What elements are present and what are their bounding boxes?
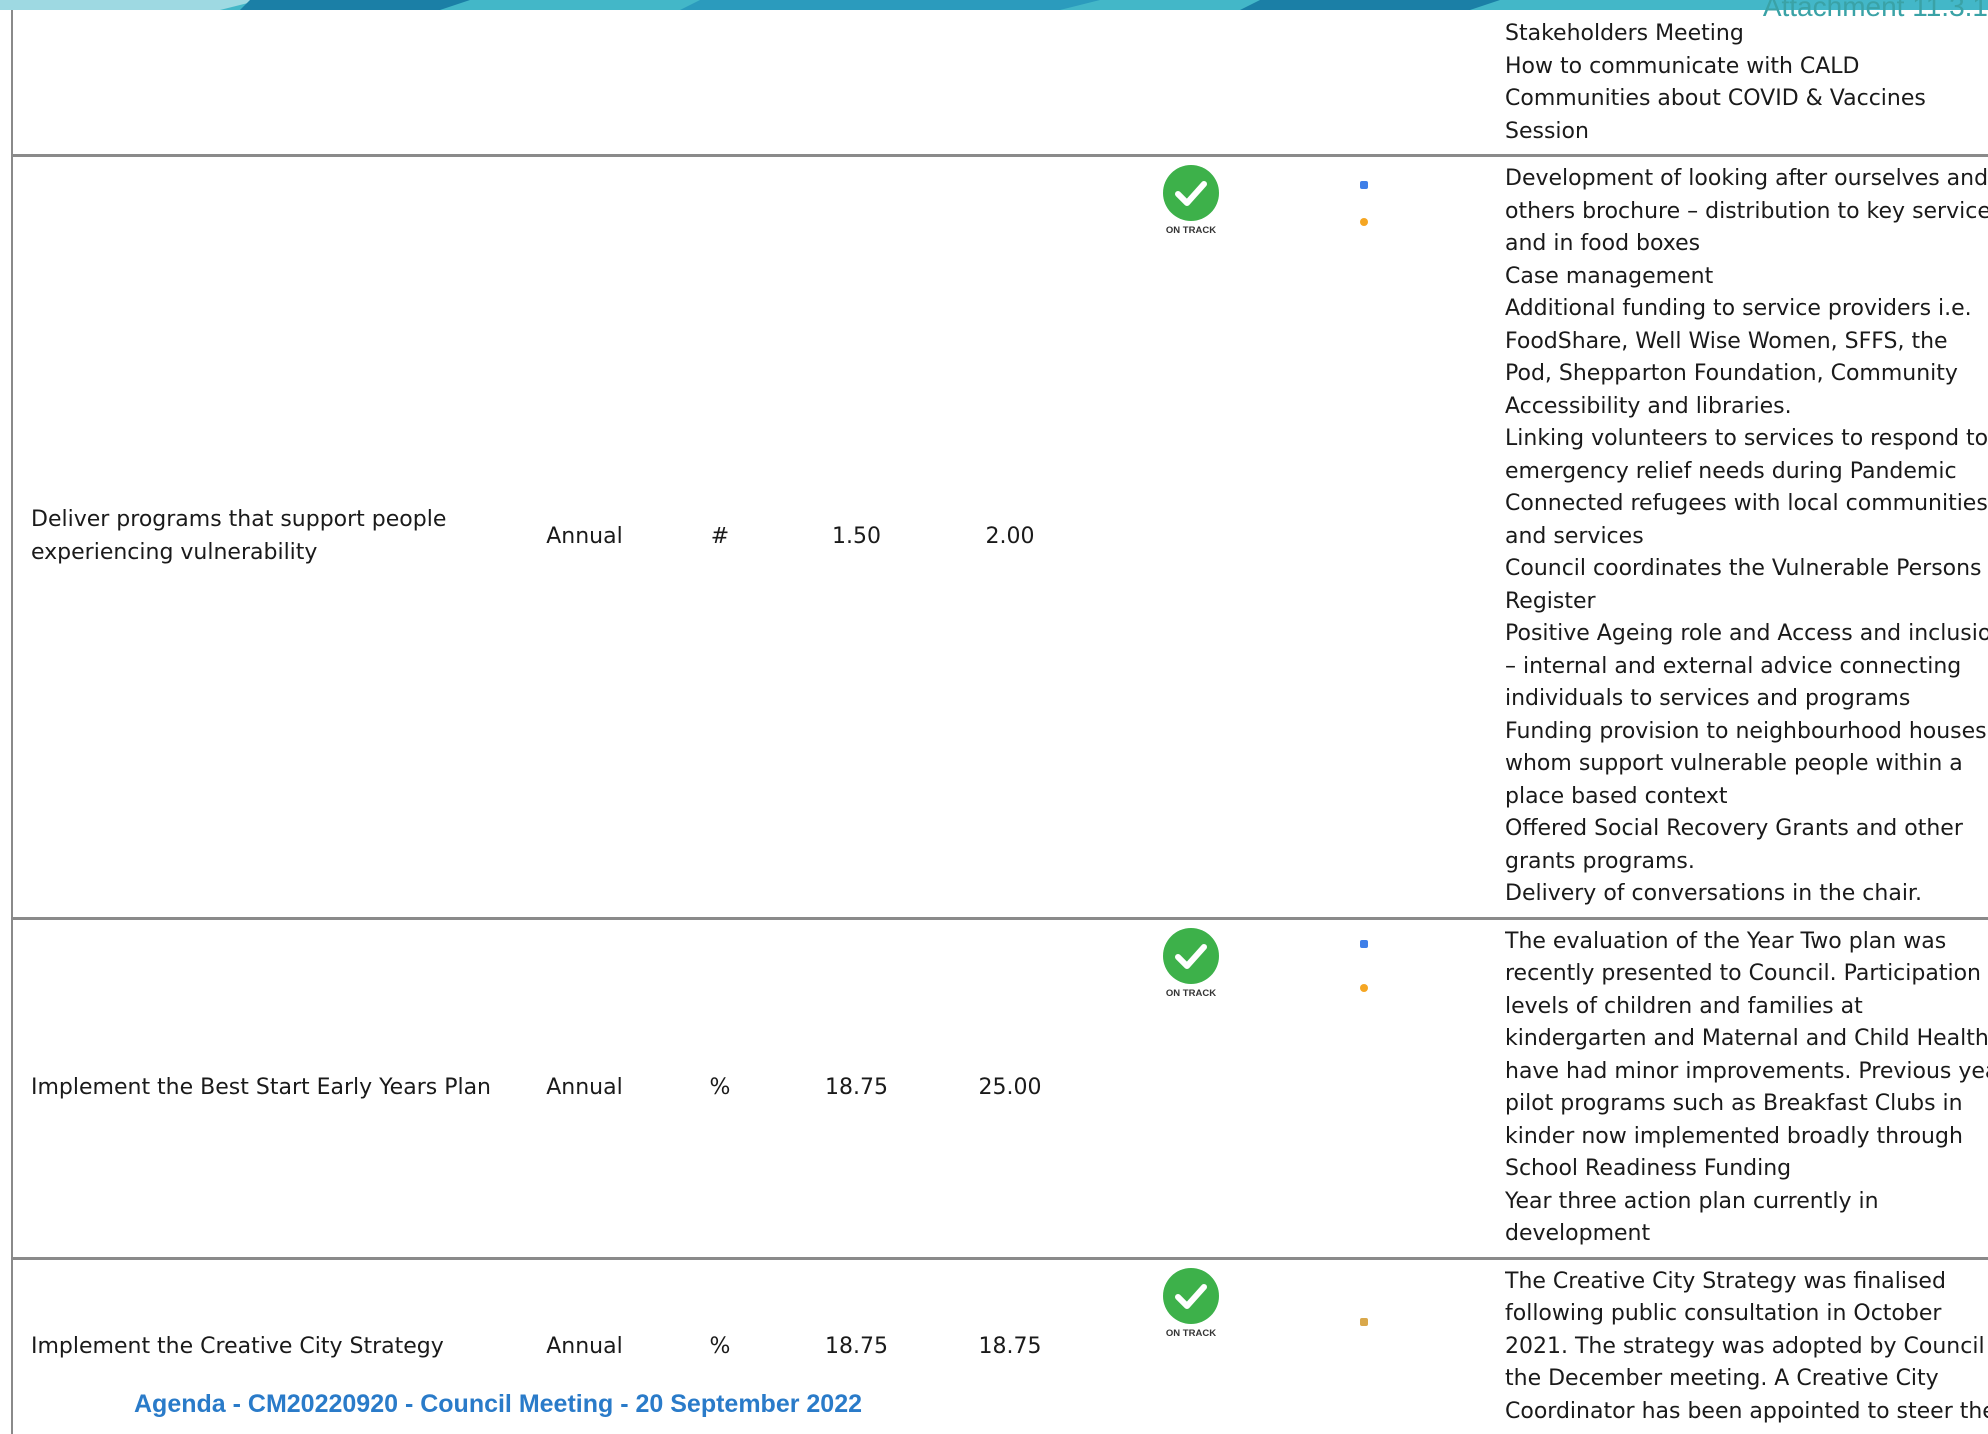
- frequency-cell: [515, 10, 654, 156]
- trend-marker-blue-icon: [1360, 181, 1368, 189]
- comment-line: and in food boxes: [1505, 231, 1701, 256]
- comment-line: Positive Ageing role and Access and incl…: [1505, 621, 1988, 646]
- comment-line: others brochure – distribution to key se…: [1505, 198, 1988, 224]
- target-cell: 25.00: [927, 916, 1093, 1258]
- unit-cell: [654, 10, 786, 156]
- status-cell: ON TRACK: [1093, 154, 1289, 918]
- comment-line: Stakeholders Meeting: [1505, 21, 1744, 46]
- target-cell: 18.75: [927, 1256, 1093, 1434]
- comment-line: How to communicate with CALD: [1505, 53, 1860, 79]
- comment-line: have had minor improvements. Previous ye…: [1505, 1058, 1988, 1084]
- target-cell: 2.00: [927, 154, 1093, 918]
- comment-line: Connected refugees with local communitie…: [1505, 491, 1988, 516]
- status-indicator: ON TRACK: [1163, 1267, 1219, 1340]
- comment-line: Development of looking after ourselves a…: [1505, 166, 1988, 191]
- comment-line: Register: [1505, 588, 1596, 614]
- comment-line: development: [1505, 1221, 1651, 1246]
- frequency-cell: Annual: [515, 916, 654, 1258]
- actual-cell: 18.75: [786, 916, 927, 1258]
- trend-cell: [1289, 154, 1505, 918]
- status-cell: ON TRACK: [1093, 1256, 1289, 1434]
- comment-line: Funding provision to neighbourhood house…: [1505, 718, 1987, 744]
- comment-line: – internal and external advice connectin…: [1505, 653, 1962, 679]
- indicator-table: Stakeholders Meeting How to communicate …: [11, 10, 1988, 1434]
- status-label: ON TRACK: [1165, 987, 1217, 999]
- comment-line: The Creative City Strategy was finalised: [1505, 1268, 1946, 1294]
- comment-cell: Development of looking after ourselves a…: [1505, 154, 1988, 918]
- check-circle-icon: [1163, 1267, 1219, 1324]
- trend-marker-orange-icon: [1360, 218, 1368, 226]
- comment-line: Pod, Shepparton Foundation, Community: [1505, 361, 1958, 386]
- actual-cell: 1.50: [786, 154, 927, 918]
- trend-marker-blue-icon: [1360, 939, 1368, 948]
- comment-line: whom support vulnerable people within a: [1505, 751, 1963, 776]
- comment-line: emergency relief needs during Pandemic: [1505, 458, 1957, 484]
- comment-line: individuals to services and programs: [1505, 686, 1911, 711]
- comment-line: Communities about COVID & Vaccines: [1505, 86, 1926, 111]
- comment-line: School Readiness Funding: [1505, 1156, 1792, 1181]
- status-indicator: ON TRACK: [1163, 927, 1219, 1000]
- measure-description: [11, 10, 515, 156]
- measure-description: Deliver programs that support people exp…: [11, 154, 515, 918]
- table-row: Deliver programs that support people exp…: [11, 154, 1988, 918]
- table-row: Implement the Best Start Early Years Pla…: [11, 916, 1988, 1258]
- status-cell: ON TRACK: [1093, 916, 1289, 1258]
- comment-cell: The Creative City Strategy was finalised…: [1505, 1256, 1988, 1434]
- comment-line: Year three action plan currently in: [1505, 1188, 1879, 1214]
- comment-line: the December meeting. A Creative City: [1505, 1366, 1939, 1391]
- agenda-footer: Agenda - CM20220920 - Council Meeting - …: [134, 1390, 863, 1418]
- comment-line: Delivery of conversations in the chair.: [1505, 881, 1922, 906]
- table-row: Stakeholders Meeting How to communicate …: [11, 10, 1988, 156]
- comment-line: Session: [1505, 118, 1589, 144]
- comment-line: place based context: [1505, 783, 1728, 809]
- status-indicator: ON TRACK: [1163, 165, 1219, 237]
- trend-marker-orange-icon: [1360, 983, 1368, 992]
- comment-line: following public consultation in October: [1505, 1301, 1942, 1326]
- comment-line: kinder now implemented broadly through: [1505, 1123, 1963, 1149]
- trend-cell: [1289, 10, 1505, 156]
- status-label: ON TRACK: [1165, 1327, 1217, 1339]
- frequency-cell: Annual: [515, 154, 654, 918]
- comment-line: Offered Social Recovery Grants and other: [1505, 816, 1963, 841]
- comment-line: grants programs.: [1505, 848, 1695, 874]
- header-band: [0, 0, 1988, 10]
- comment-line: levels of children and families at: [1505, 993, 1863, 1019]
- status-cell: [1093, 10, 1289, 156]
- comment-line: Coordinator has been appointed to steer …: [1505, 1398, 1988, 1424]
- comment-line: FoodShare, Well Wise Women, SFFS, the: [1505, 328, 1948, 354]
- trend-cell: [1289, 916, 1505, 1258]
- check-circle-icon: [1163, 165, 1219, 221]
- trend-cell: [1289, 1256, 1505, 1434]
- unit-cell: #: [654, 154, 786, 918]
- comment-cell: Stakeholders Meeting How to communicate …: [1505, 10, 1988, 156]
- comment-line: pilot programs such as Breakfast Clubs i…: [1505, 1091, 1963, 1116]
- comment-line: 2021. The strategy was adopted by Counci…: [1505, 1333, 1988, 1359]
- measure-description: Implement the Best Start Early Years Pla…: [11, 916, 515, 1258]
- comment-line: Accessibility and libraries.: [1505, 393, 1792, 419]
- status-label: ON TRACK: [1165, 225, 1217, 236]
- comment-cell: The evaluation of the Year Two plan was …: [1505, 916, 1988, 1258]
- actual-cell: [786, 10, 927, 156]
- comment-line: Case management: [1505, 263, 1714, 289]
- comment-line: Council coordinates the Vulnerable Perso…: [1505, 556, 1982, 581]
- comment-line: Additional funding to service providers …: [1505, 296, 1972, 321]
- comment-line: and services: [1505, 523, 1644, 549]
- target-cell: [927, 10, 1093, 156]
- trend-marker-icon: [1360, 1317, 1368, 1326]
- comment-line: Linking volunteers to services to respon…: [1505, 426, 1988, 451]
- comment-line: The evaluation of the Year Two plan was: [1505, 928, 1947, 954]
- unit-cell: %: [654, 916, 786, 1258]
- comment-line: recently presented to Council. Participa…: [1505, 961, 1981, 986]
- comment-line: kindergarten and Maternal and Child Heal…: [1505, 1026, 1988, 1051]
- check-circle-icon: [1163, 927, 1219, 984]
